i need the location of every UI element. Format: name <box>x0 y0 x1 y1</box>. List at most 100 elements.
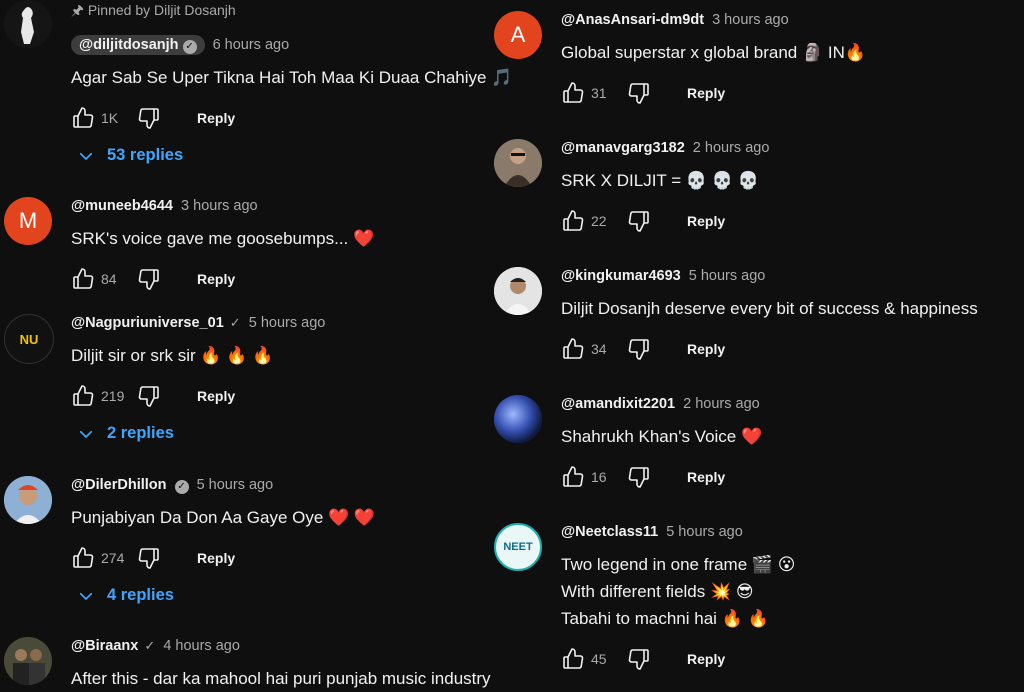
avatar-image <box>494 267 542 315</box>
author-name[interactable]: @diljitdosanjh ✓ <box>71 35 205 55</box>
author-name[interactable]: @muneeb4644 <box>71 198 173 214</box>
reply-button[interactable]: Reply <box>197 271 235 287</box>
dislike-icon[interactable] <box>137 106 161 130</box>
like-count: 34 <box>591 341 607 357</box>
avatar[interactable] <box>4 637 52 685</box>
comment-actions: 22 Reply <box>561 207 769 235</box>
reply-button[interactable]: Reply <box>687 469 725 485</box>
dislike-icon[interactable] <box>627 465 651 489</box>
replies-count: 4 replies <box>107 586 174 604</box>
comment-body: @muneeb4644 3 hours ago SRK's voice gave… <box>71 197 374 293</box>
comment-text: Shahrukh Khan's Voice ❤️ <box>561 427 763 446</box>
comment-body: @diljitdosanjh ✓ 6 hours ago Agar Sab Se … <box>71 35 512 165</box>
comment-actions: 1K Reply <box>71 104 512 132</box>
avatar[interactable]: M <box>4 197 52 245</box>
like-icon[interactable] <box>71 546 95 570</box>
timestamp[interactable]: 2 hours ago <box>693 140 770 156</box>
avatar[interactable]: NEET <box>494 523 542 571</box>
timestamp[interactable]: 5 hours ago <box>197 477 274 493</box>
dislike-icon[interactable] <box>627 647 651 671</box>
dislike-icon[interactable] <box>627 337 651 361</box>
view-replies-button[interactable]: 2 replies <box>71 424 325 443</box>
reply-button[interactable]: Reply <box>197 388 235 404</box>
author-name[interactable]: @Biraanx <box>71 638 138 654</box>
timestamp[interactable]: 5 hours ago <box>666 524 743 540</box>
timestamp[interactable]: 2 hours ago <box>683 396 760 412</box>
comment-text: Punjabiyan Da Don Aa Gaye Oye ❤️ ❤️ <box>71 508 376 527</box>
author-name[interactable]: @Nagpuriuniverse_01 <box>71 315 224 331</box>
dislike-icon[interactable] <box>627 209 651 233</box>
comment-text: After this - dar ka mahool hai puri punj… <box>71 669 491 688</box>
avatar[interactable]: A <box>494 11 542 59</box>
avatar[interactable] <box>494 267 542 315</box>
comment-text: SRK's voice gave me goosebumps... ❤️ <box>71 229 375 248</box>
author-name[interactable]: @AnasAnsari-dm9dt <box>561 12 704 28</box>
like-icon[interactable] <box>71 384 95 408</box>
comment-text: SRK X DILJIT = 💀 💀 💀 <box>561 171 759 190</box>
like-count: 84 <box>101 271 117 287</box>
avatar-letter: M <box>18 208 38 233</box>
comment-line: Tabahi to machni hai 🔥 🔥 <box>561 609 769 628</box>
reply-button[interactable]: Reply <box>687 341 725 357</box>
comment-line: With different fields 💥 😎 <box>561 582 754 601</box>
timestamp[interactable]: 5 hours ago <box>689 268 766 284</box>
like-count: 16 <box>591 469 607 485</box>
like-icon[interactable] <box>561 209 585 233</box>
view-replies-button[interactable]: 53 replies <box>71 146 512 165</box>
pinned-label: 🖈 Pinned by Diljit Dosanjh <box>71 2 236 18</box>
reply-button[interactable]: Reply <box>197 110 235 126</box>
replies-count: 2 replies <box>107 424 174 442</box>
dislike-icon[interactable] <box>137 546 161 570</box>
view-replies-button[interactable]: 4 replies <box>71 586 375 605</box>
like-count: 219 <box>101 388 125 404</box>
like-icon[interactable] <box>561 337 585 361</box>
timestamp[interactable]: 3 hours ago <box>181 198 258 214</box>
like-icon[interactable] <box>71 267 95 291</box>
avatar-letter: NU <box>19 331 39 347</box>
dislike-icon[interactable] <box>137 384 161 408</box>
comment-actions: 219 Reply <box>71 382 325 410</box>
avatar-image <box>494 395 542 443</box>
comment-body: @DilerDhillon ✓ 5 hours ago Punjabiyan D… <box>71 476 375 605</box>
avatar[interactable]: NU <box>4 314 54 364</box>
comment-body: @manavgarg3182 2 hours ago SRK X DILJIT … <box>561 139 769 235</box>
timestamp[interactable]: 3 hours ago <box>712 12 789 28</box>
avatar-letter: NEET <box>503 541 533 553</box>
author-name[interactable]: @Neetclass11 <box>561 524 658 540</box>
reply-button[interactable]: Reply <box>687 651 725 667</box>
comment-actions: 45 Reply <box>561 645 796 673</box>
replies-count: 53 replies <box>107 146 184 164</box>
avatar-image <box>494 139 542 187</box>
comment-text: Global superstar x global brand 🗿 IN🔥 <box>561 43 867 62</box>
avatar[interactable] <box>494 395 542 443</box>
avatar[interactable] <box>4 0 52 48</box>
like-icon[interactable] <box>561 647 585 671</box>
comment-actions: 31 Reply <box>561 79 866 107</box>
comment-body: @kingkumar4693 5 hours ago Diljit Dosanj… <box>561 267 978 363</box>
timestamp[interactable]: 4 hours ago <box>163 638 240 654</box>
author-name[interactable]: @amandixit2201 <box>561 396 675 412</box>
comment-actions: 84 Reply <box>71 265 374 293</box>
dislike-icon[interactable] <box>627 81 651 105</box>
reply-button[interactable]: Reply <box>687 213 725 229</box>
reply-button[interactable]: Reply <box>687 85 725 101</box>
like-icon[interactable] <box>71 106 95 130</box>
like-icon[interactable] <box>561 465 585 489</box>
like-count: 274 <box>101 550 125 566</box>
avatar[interactable] <box>494 139 542 187</box>
comment-actions: 16 Reply <box>561 463 762 491</box>
reply-button[interactable]: Reply <box>197 550 235 566</box>
avatar[interactable] <box>4 476 52 524</box>
dislike-icon[interactable] <box>137 267 161 291</box>
check-icon: ✓ <box>144 638 156 653</box>
author-name[interactable]: @kingkumar4693 <box>561 268 681 284</box>
timestamp[interactable]: 6 hours ago <box>213 37 290 53</box>
chevron-down-icon <box>77 147 95 165</box>
author-name[interactable]: @DilerDhillon <box>71 477 167 493</box>
timestamp[interactable]: 5 hours ago <box>249 315 326 331</box>
like-icon[interactable] <box>561 81 585 105</box>
like-count: 45 <box>591 651 607 667</box>
comment-body: @amandixit2201 2 hours ago Shahrukh Khan… <box>561 395 762 491</box>
author-name[interactable]: @manavgarg3182 <box>561 140 685 156</box>
verified-icon: ✓ <box>174 480 189 494</box>
